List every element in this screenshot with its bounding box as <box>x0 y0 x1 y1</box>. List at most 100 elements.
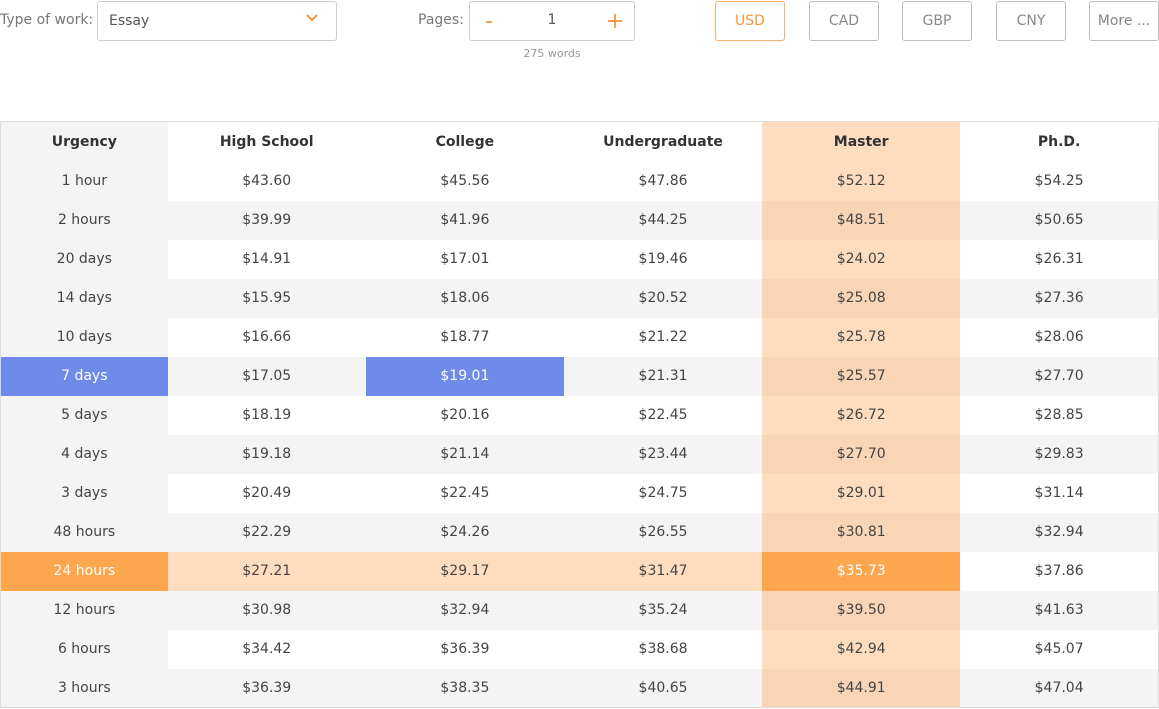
price-cell[interactable]: $29.17 <box>365 551 564 591</box>
price-cell[interactable]: $42.94 <box>762 629 961 669</box>
price-cell[interactable]: $31.14 <box>960 473 1159 513</box>
price-cell[interactable]: $34.42 <box>167 629 366 669</box>
urgency-cell[interactable]: 5 days <box>0 395 168 435</box>
urgency-cell[interactable]: 3 days <box>0 473 168 513</box>
table-row: 24 hours $27.21 $29.17 $31.47 $35.73 $37.86 <box>0 551 1159 591</box>
price-cell[interactable]: $27.36 <box>960 278 1159 318</box>
price-cell[interactable]: $47.86 <box>563 161 763 201</box>
price-cell[interactable]: $29.01 <box>762 473 961 513</box>
price-cell[interactable]: $18.06 <box>365 278 564 318</box>
price-cell[interactable]: $45.56 <box>365 161 564 201</box>
price-cell[interactable]: $24.75 <box>563 473 763 513</box>
table-row: 10 days $16.66 $18.77 $21.22 $25.78 $28.06 <box>0 317 1159 357</box>
price-cell[interactable]: $52.12 <box>762 161 961 201</box>
price-cell[interactable]: $45.07 <box>960 629 1159 669</box>
price-cell[interactable]: $21.31 <box>563 356 763 396</box>
price-cell[interactable]: $35.73 <box>762 551 961 591</box>
urgency-cell[interactable]: 24 hours <box>0 551 168 591</box>
price-cell[interactable]: $50.65 <box>960 200 1159 240</box>
price-cell[interactable]: $41.63 <box>960 590 1159 630</box>
price-cell[interactable]: $20.16 <box>365 395 564 435</box>
price-cell[interactable]: $23.44 <box>563 434 763 474</box>
urgency-cell[interactable]: 1 hour <box>0 161 168 201</box>
table-row: 3 hours $36.39 $38.35 $40.65 $44.91 $47.04 <box>0 668 1159 708</box>
price-cell[interactable]: $36.39 <box>365 629 564 669</box>
type-of-work-select[interactable]: Essay <box>97 1 337 41</box>
price-table: Urgency High School College Undergraduate Ma… <box>0 121 1159 708</box>
price-cell[interactable]: $17.05 <box>167 356 366 396</box>
price-cell[interactable]: $20.49 <box>167 473 366 513</box>
price-cell[interactable]: $18.19 <box>167 395 366 435</box>
price-cell[interactable]: $21.14 <box>365 434 564 474</box>
price-cell[interactable]: $18.77 <box>365 317 564 357</box>
currency-button-gbp[interactable]: GBP <box>902 1 972 41</box>
price-cell[interactable]: $47.04 <box>960 668 1159 708</box>
price-cell[interactable]: $26.55 <box>563 512 763 552</box>
urgency-cell[interactable]: 48 hours <box>0 512 168 552</box>
price-cell[interactable]: $37.86 <box>960 551 1159 591</box>
urgency-cell[interactable]: 20 days <box>0 239 168 279</box>
price-cell[interactable]: $20.52 <box>563 278 763 318</box>
pages-value[interactable]: 1 <box>508 12 596 28</box>
price-cell[interactable]: $28.85 <box>960 395 1159 435</box>
price-cell[interactable]: $16.66 <box>167 317 366 357</box>
price-cell[interactable]: $22.45 <box>563 395 763 435</box>
price-cell[interactable]: $19.01 <box>365 356 564 396</box>
urgency-cell[interactable]: 12 hours <box>0 590 168 630</box>
price-cell[interactable]: $32.94 <box>365 590 564 630</box>
price-cell[interactable]: $30.98 <box>167 590 366 630</box>
currency-button-more[interactable]: More ... <box>1089 1 1159 41</box>
pages-increment-button[interactable]: + <box>596 2 634 40</box>
price-cell[interactable]: $21.22 <box>563 317 763 357</box>
currency-button-cny[interactable]: CNY <box>996 1 1066 41</box>
price-cell[interactable]: $22.29 <box>167 512 366 552</box>
pages-decrement-button[interactable]: - <box>470 2 508 40</box>
price-cell[interactable]: $25.08 <box>762 278 961 318</box>
price-cell[interactable]: $17.01 <box>365 239 564 279</box>
price-cell[interactable]: $15.95 <box>167 278 366 318</box>
price-cell[interactable]: $40.65 <box>563 668 763 708</box>
price-cell[interactable]: $27.70 <box>762 434 961 474</box>
price-cell[interactable]: $22.45 <box>365 473 564 513</box>
price-cell[interactable]: $41.96 <box>365 200 564 240</box>
price-cell[interactable]: $19.18 <box>167 434 366 474</box>
price-cell[interactable]: $24.26 <box>365 512 564 552</box>
currency-button-cad[interactable]: CAD <box>809 1 879 41</box>
urgency-cell[interactable]: 3 hours <box>0 668 168 708</box>
price-cell[interactable]: $39.50 <box>762 590 961 630</box>
price-cell[interactable]: $26.72 <box>762 395 961 435</box>
price-cell[interactable]: $29.83 <box>960 434 1159 474</box>
urgency-cell[interactable]: 6 hours <box>0 629 168 669</box>
price-cell[interactable]: $38.35 <box>365 668 564 708</box>
urgency-cell[interactable]: 14 days <box>0 278 168 318</box>
price-cell[interactable]: $44.25 <box>563 200 763 240</box>
price-cell[interactable]: $48.51 <box>762 200 961 240</box>
urgency-cell[interactable]: 2 hours <box>0 200 168 240</box>
table-row: 5 days $18.19 $20.16 $22.45 $26.72 $28.85 <box>0 395 1159 435</box>
price-cell[interactable]: $27.21 <box>167 551 366 591</box>
price-cell[interactable]: $39.99 <box>167 200 366 240</box>
table-row: 48 hours $22.29 $24.26 $26.55 $30.81 $32.94 <box>0 512 1159 552</box>
price-cell[interactable]: $25.78 <box>762 317 961 357</box>
price-cell[interactable]: $25.57 <box>762 356 961 396</box>
price-cell[interactable]: $27.70 <box>960 356 1159 396</box>
price-cell[interactable]: $24.02 <box>762 239 961 279</box>
price-cell[interactable]: $44.91 <box>762 668 961 708</box>
price-cell[interactable]: $28.06 <box>960 317 1159 357</box>
price-cell[interactable]: $14.91 <box>167 239 366 279</box>
urgency-cell[interactable]: 10 days <box>0 317 168 357</box>
currency-button-usd[interactable]: USD <box>715 1 785 41</box>
price-cell[interactable]: $32.94 <box>960 512 1159 552</box>
table-body: 1 hour $43.60 $45.56 $47.86 $52.12 $54.25 2 ho… <box>0 161 1159 708</box>
price-cell[interactable]: $36.39 <box>167 668 366 708</box>
price-cell[interactable]: $30.81 <box>762 512 961 552</box>
price-cell[interactable]: $31.47 <box>563 551 763 591</box>
urgency-cell[interactable]: 7 days <box>0 356 168 396</box>
price-cell[interactable]: $38.68 <box>563 629 763 669</box>
price-cell[interactable]: $35.24 <box>563 590 763 630</box>
price-cell[interactable]: $54.25 <box>960 161 1159 201</box>
price-cell[interactable]: $43.60 <box>167 161 366 201</box>
price-cell[interactable]: $19.46 <box>563 239 763 279</box>
urgency-cell[interactable]: 4 days <box>0 434 168 474</box>
price-cell[interactable]: $26.31 <box>960 239 1159 279</box>
